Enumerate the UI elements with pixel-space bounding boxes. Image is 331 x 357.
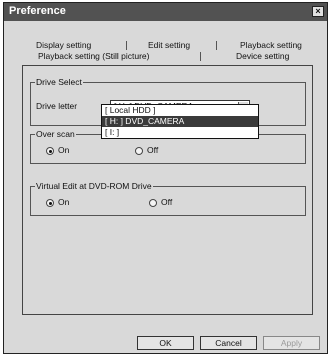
close-icon: × bbox=[315, 6, 321, 16]
dropdown-option-i[interactable]: [ I: ] bbox=[102, 127, 258, 138]
apply-button[interactable]: Apply bbox=[263, 336, 320, 350]
window-title: Preference bbox=[9, 5, 66, 17]
over-scan-off-label[interactable]: Off bbox=[147, 145, 158, 155]
over-scan-on-label[interactable]: On bbox=[58, 145, 69, 155]
close-button[interactable]: × bbox=[312, 6, 324, 17]
virtual-edit-group: Virtual Edit at DVD-ROM Drive On Off bbox=[30, 181, 306, 216]
dropdown-option-dvd-camera[interactable]: [ H: ] DVD_CAMERA bbox=[102, 116, 258, 127]
over-scan-off-radio[interactable] bbox=[135, 147, 143, 155]
virtual-edit-off-radio[interactable] bbox=[149, 199, 157, 207]
virtual-edit-on-radio[interactable] bbox=[46, 199, 54, 207]
virtual-edit-off-label[interactable]: Off bbox=[161, 197, 172, 207]
over-scan-title: Over scan bbox=[35, 129, 76, 139]
tab-row-2: Playback setting (Still picture) Device … bbox=[4, 34, 327, 61]
tab-divider bbox=[200, 52, 201, 61]
virtual-edit-title: Virtual Edit at DVD-ROM Drive bbox=[35, 181, 153, 191]
cancel-button[interactable]: Cancel bbox=[200, 336, 257, 350]
tab-device-setting[interactable]: Device setting bbox=[236, 51, 289, 61]
virtual-edit-on-label[interactable]: On bbox=[58, 197, 69, 207]
drive-letter-label: Drive letter bbox=[36, 101, 78, 111]
drive-letter-dropdown[interactable]: [ Local HDD ] [ H: ] DVD_CAMERA [ I: ] bbox=[101, 104, 259, 139]
tab-playback-still[interactable]: Playback setting (Still picture) bbox=[38, 51, 150, 61]
ok-button[interactable]: OK bbox=[137, 336, 194, 350]
over-scan-on-radio[interactable] bbox=[46, 147, 54, 155]
preference-dialog: Preference × Display setting Edit settin… bbox=[3, 2, 328, 354]
drive-select-title: Drive Select bbox=[35, 77, 83, 87]
dropdown-option-local-hdd[interactable]: [ Local HDD ] bbox=[102, 105, 258, 116]
title-bar[interactable]: Preference × bbox=[4, 3, 327, 21]
